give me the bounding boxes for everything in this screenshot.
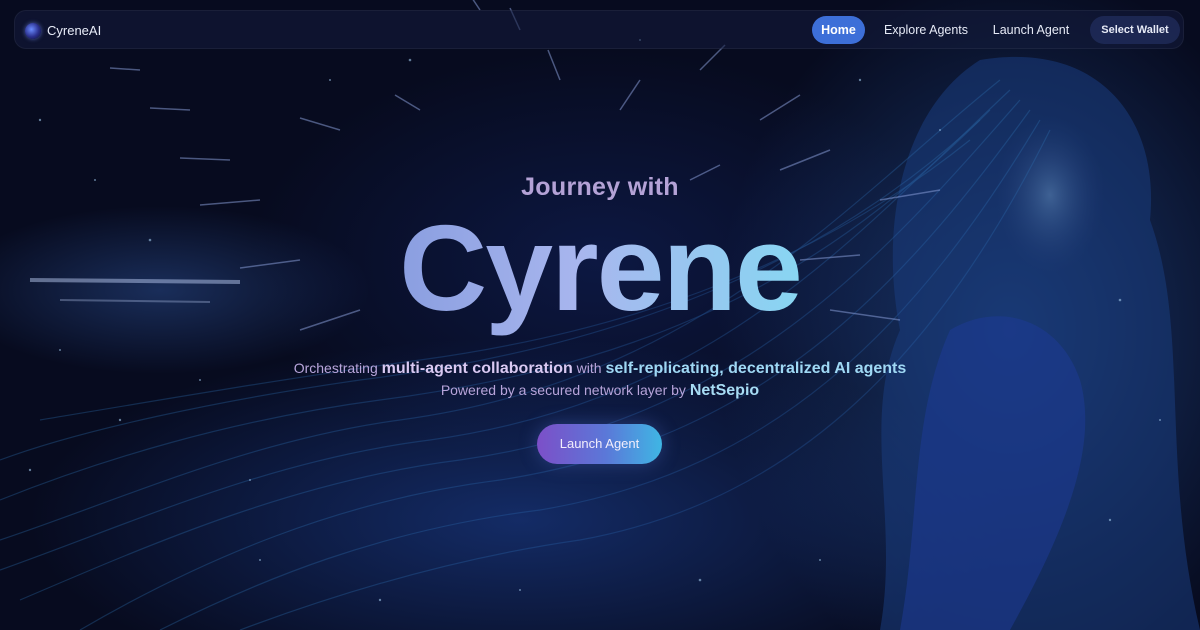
nav-launch-agent-link[interactable]: Launch Agent xyxy=(991,16,1071,44)
tagline-text-1: Orchestrating xyxy=(293,360,382,376)
hero-title: Cyrene xyxy=(0,207,1200,329)
brand-logo[interactable]: CyreneAI xyxy=(25,11,101,50)
powered-by-line: Powered by a secured network layer by Ne… xyxy=(0,382,1200,400)
hero-tagline: Orchestrating multi-agent collaboration … xyxy=(0,360,1200,378)
nav-explore-agents-link[interactable]: Explore Agents xyxy=(881,16,971,44)
select-wallet-button[interactable]: Select Wallet xyxy=(1090,16,1180,44)
netsepio-link[interactable]: NetSepio xyxy=(690,382,759,399)
powered-by-text: Powered by a secured network layer by xyxy=(440,382,690,398)
top-navbar: CyreneAI Home Explore Agents Launch Agen… xyxy=(14,10,1184,49)
hero-subtitle: Journey with xyxy=(521,173,679,201)
hero-title-text: Cyrene xyxy=(399,200,803,336)
tagline-highlight-2: self-replicating, decentralized AI agent… xyxy=(605,360,907,377)
launch-agent-button[interactable]: Launch Agent xyxy=(537,424,662,464)
nav-home-link[interactable]: Home xyxy=(812,16,865,44)
brand-name: CyreneAI xyxy=(47,23,102,38)
tagline-highlight-1: multi-agent collaboration xyxy=(381,360,573,377)
tagline-text-2: with xyxy=(572,360,606,376)
cyrene-logo-icon xyxy=(25,22,41,39)
